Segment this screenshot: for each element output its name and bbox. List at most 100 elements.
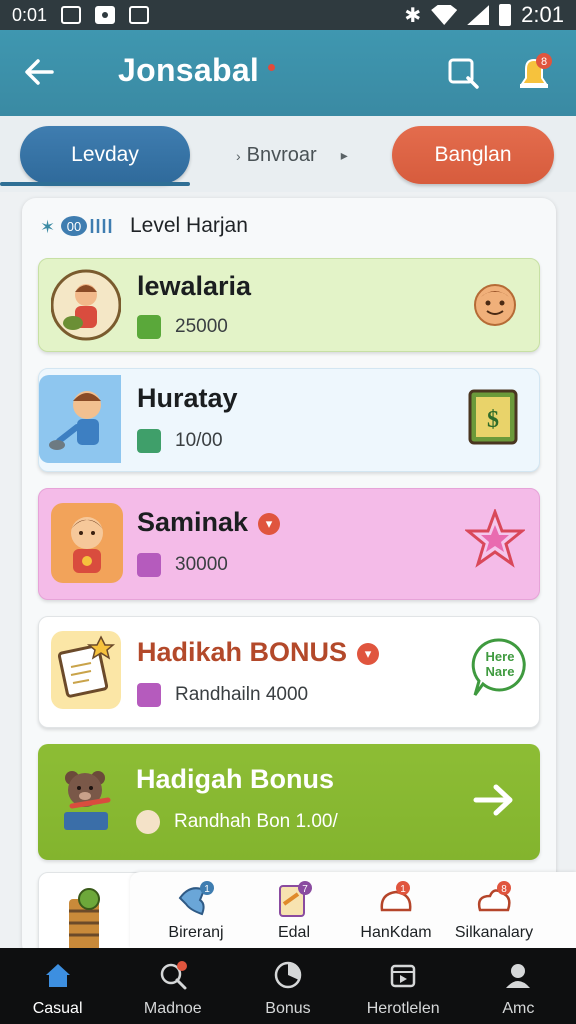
cloud-chat-icon: 8 (477, 881, 511, 912)
card-subtitle: Randhah Bon 1.00/ (174, 811, 338, 832)
reward-card-1[interactable]: lewalaria 25000 (38, 258, 540, 352)
bonus-card-1[interactable]: Hadikah BONUS ▾ Randhailn 4000 Here Nare (38, 616, 540, 728)
close-box-icon (129, 6, 150, 24)
level-badge-text: 00 (67, 219, 81, 234)
card-title-text: Hadikah BONUS (137, 637, 348, 667)
card-title-text: Saminak (137, 507, 249, 537)
profile-icon (506, 964, 531, 988)
card-value-row: 25000 (137, 315, 228, 339)
shortcut-badge: 1 (400, 884, 406, 895)
level-badge-icon: ✶ 00 (40, 216, 112, 238)
pie-icon (274, 961, 302, 989)
tab-banglan[interactable]: Banglan (392, 126, 554, 184)
wifi-icon (431, 5, 458, 25)
app-icon (95, 6, 116, 24)
reward-card-3[interactable]: Saminak ▾ 30000 (38, 488, 540, 600)
reward-card-2[interactable]: Huratay 10/00 $ (38, 368, 540, 472)
bonus-card-2[interactable]: Hadigah Bonus Randhah Bon 1.00/ (38, 744, 540, 860)
svg-text:✶: ✶ (40, 217, 55, 238)
page-title: Jonsabal (118, 52, 260, 88)
coin-box-icon (137, 315, 161, 339)
section-title: Level Harjan (130, 214, 248, 237)
svg-text:$: $ (487, 407, 499, 433)
caret-right-icon: ▸ (340, 147, 348, 163)
avatar-kid (51, 503, 123, 583)
avatar-boy-gardening (39, 375, 121, 463)
card-value: 10/00 (175, 430, 223, 451)
shortcut-label: Edal (277, 924, 311, 941)
arrow-left-icon[interactable] (22, 54, 58, 90)
book-star-icon (51, 631, 121, 709)
alert-badge-icon: ▾ (258, 512, 281, 535)
coin-box-icon (137, 553, 161, 577)
search-badge-icon (160, 961, 187, 990)
shortcut-silkanalary[interactable]: 8 Silkanalary (444, 880, 544, 942)
bell-icon[interactable]: 8 (514, 52, 554, 94)
status-right: ✱ 2:01 (404, 2, 564, 28)
nav-amc[interactable]: Amc (461, 948, 576, 1024)
nav-bonus[interactable]: Bonus (230, 948, 345, 1024)
shortcut-badge: 8 (501, 884, 507, 895)
avatar-bear (64, 771, 111, 830)
here-nare-label: Here Nare (485, 649, 515, 679)
battery-icon (499, 4, 512, 26)
document-icon: 7 (279, 881, 312, 917)
bluetooth-icon: ✱ (404, 4, 422, 27)
card-subtitle-row: Randhah Bon 1.00/ (136, 810, 338, 834)
scroll-icon (69, 888, 100, 955)
card-value-row: 10/00 (137, 429, 223, 453)
nav-label: Bonus (265, 1000, 311, 1017)
nav-label: Casual (32, 1000, 83, 1017)
status-time-right: 2:01 (521, 2, 564, 27)
shortcut-bireranj[interactable]: 1 Bireranj (146, 880, 246, 942)
nav-herotlelen[interactable]: Herotlelen (346, 948, 461, 1024)
shortcut-badge: 1 (204, 884, 210, 895)
star-icon (465, 509, 525, 568)
shortcut-badge: 7 (302, 884, 308, 895)
chevron-right-icon: › (236, 147, 241, 164)
bell-badge: 8 (541, 56, 547, 68)
tab-bnvroar-label: Bnvroar (246, 144, 317, 166)
nav-casual[interactable]: Casual (0, 948, 115, 1024)
card-value: 30000 (175, 554, 228, 575)
alert-badge-icon: ▾ (357, 642, 380, 665)
money-frame-icon: $ (468, 389, 518, 445)
card-title: Huratay (137, 383, 238, 413)
search-icon[interactable] (446, 56, 480, 90)
signal-icon (467, 5, 490, 25)
card-subtitle-row: Randhailn 4000 (137, 683, 308, 707)
shortcut-label: Silkanalary (454, 924, 534, 941)
card-title: Hadigah Bonus (136, 764, 335, 794)
status-time-left: 0:01 (12, 4, 48, 25)
card-title: Saminak ▾ (137, 507, 281, 538)
tab-bnvroar[interactable]: › Bnvroar ▸ (236, 144, 348, 167)
tab-levday[interactable]: Levday (20, 126, 190, 184)
shortcut-hankdam[interactable]: 1 HanKdam (346, 880, 446, 942)
card-title: lewalaria (137, 271, 252, 301)
smiley-face-icon (474, 284, 516, 326)
tab-banglan-label: Banglan (434, 143, 512, 166)
tab-row: Levday › Bnvroar ▸ Banglan (0, 116, 576, 192)
nav-label: Herotlelen (366, 1000, 440, 1017)
section-header: ✶ 00 Level Harjan (40, 214, 248, 238)
tab-underline (0, 182, 190, 186)
card-value-row: 30000 (137, 553, 228, 577)
app-header: Jonsabal 8 (0, 30, 576, 116)
arrow-right-icon[interactable] (472, 780, 516, 820)
coin-box-icon (137, 429, 161, 453)
shortcut-edal[interactable]: 7 Edal (244, 880, 344, 942)
pizza-slice-icon (136, 810, 160, 834)
tab-levday-label: Levday (71, 143, 139, 166)
nav-madnoe[interactable]: Madnoe (115, 948, 230, 1024)
gallery-icon (61, 6, 82, 24)
card-title: Hadikah BONUS ▾ (137, 637, 380, 668)
card-value: 25000 (175, 316, 228, 337)
media-icon (390, 964, 416, 988)
status-bar: 0:01 ✱ 2:01 (0, 0, 576, 30)
shortcut-label: Bireranj (168, 924, 224, 941)
chat-bubble-icon: 1 (380, 881, 412, 912)
bird-icon: 1 (178, 881, 214, 916)
nav-label: Madnoe (143, 1000, 202, 1017)
home-icon (45, 964, 70, 987)
card-subtitle: Randhailn 4000 (175, 684, 309, 705)
